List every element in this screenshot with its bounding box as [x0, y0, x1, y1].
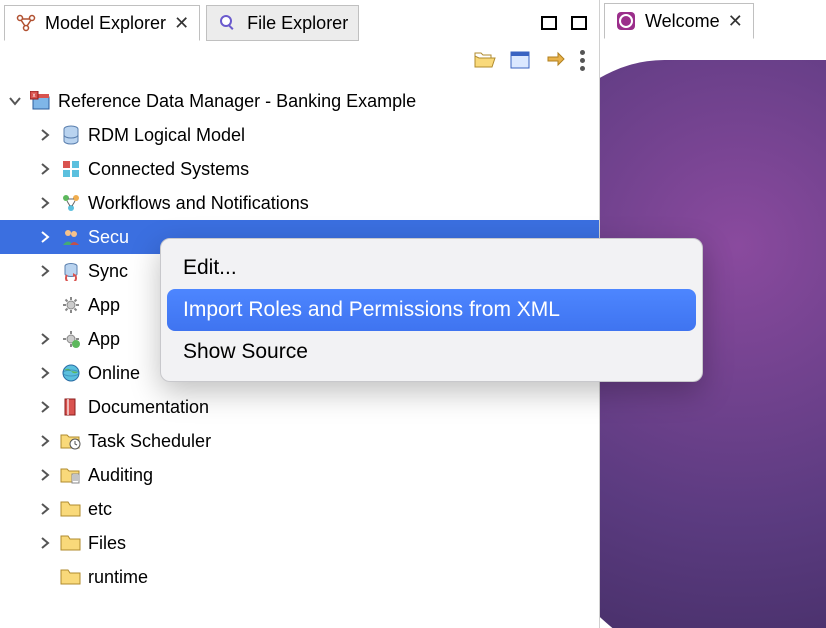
menu-item-show-source[interactable]: Show Source	[167, 331, 696, 373]
chevron-right-icon[interactable]	[36, 432, 54, 450]
chevron-right-icon[interactable]	[36, 194, 54, 212]
node-label: Online	[88, 363, 140, 384]
minimize-icon[interactable]	[541, 16, 557, 30]
tree-item-auditing[interactable]: Auditing	[0, 458, 599, 492]
node-label: Secu	[88, 227, 129, 248]
chevron-right-icon[interactable]	[36, 500, 54, 518]
audit-folder-icon	[60, 464, 82, 486]
globe-icon	[60, 362, 82, 384]
close-icon[interactable]: ✕	[174, 13, 189, 34]
chevron-down-icon[interactable]	[6, 92, 24, 110]
model-explorer-icon	[15, 12, 37, 34]
node-label: Auditing	[88, 465, 153, 486]
clock-folder-icon	[60, 430, 82, 452]
tree-item-rdm-logical[interactable]: RDM Logical Model	[0, 118, 599, 152]
tree-item-connected-systems[interactable]: Connected Systems	[0, 152, 599, 186]
chevron-right-icon[interactable]	[36, 262, 54, 280]
users-icon	[60, 226, 82, 248]
tab-label: File Explorer	[247, 13, 348, 34]
node-label: Task Scheduler	[88, 431, 211, 452]
chevron-right-icon[interactable]	[36, 330, 54, 348]
node-label: runtime	[88, 567, 148, 588]
node-label: Reference Data Manager - Banking Example	[58, 91, 416, 112]
folder-icon	[60, 566, 82, 588]
chevron-right-icon[interactable]	[36, 228, 54, 246]
kebab-menu-icon[interactable]	[580, 50, 585, 71]
tab-label: Model Explorer	[45, 13, 166, 34]
file-explorer-icon	[217, 12, 239, 34]
context-menu: Edit... Import Roles and Permissions fro…	[160, 238, 703, 382]
menu-item-label: Import Roles and Permissions from XML	[183, 298, 560, 322]
project-icon: x	[30, 90, 52, 112]
tabs-row: Model Explorer ✕ File Explorer	[0, 0, 599, 42]
gear-icon	[60, 294, 82, 316]
sync-arrows-icon[interactable]	[544, 51, 566, 69]
node-label: etc	[88, 499, 112, 520]
chevron-right-icon[interactable]	[36, 160, 54, 178]
node-label: Files	[88, 533, 126, 554]
chevron-right-icon[interactable]	[36, 398, 54, 416]
tree-item-runtime[interactable]: runtime	[0, 560, 599, 594]
tree-item-files[interactable]: Files	[0, 526, 599, 560]
node-label: Sync	[88, 261, 128, 282]
book-icon	[60, 396, 82, 418]
tree-item-documentation[interactable]: Documentation	[0, 390, 599, 424]
folder-icon	[60, 498, 82, 520]
menu-item-label: Show Source	[183, 340, 308, 364]
tree-item-etc[interactable]: etc	[0, 492, 599, 526]
systems-icon	[60, 158, 82, 180]
database-icon	[60, 124, 82, 146]
sync-icon	[60, 260, 82, 282]
gear-green-icon	[60, 328, 82, 350]
welcome-icon	[615, 10, 637, 32]
close-icon[interactable]: ✕	[728, 11, 743, 32]
tab-welcome[interactable]: Welcome ✕	[604, 3, 754, 39]
folder-icon	[60, 532, 82, 554]
tab-model-explorer[interactable]: Model Explorer ✕	[4, 5, 200, 41]
node-label: App	[88, 295, 120, 316]
node-label: RDM Logical Model	[88, 125, 245, 146]
menu-item-label: Edit...	[183, 256, 237, 280]
chevron-right-icon[interactable]	[36, 126, 54, 144]
tree-item-workflows[interactable]: Workflows and Notifications	[0, 186, 599, 220]
panel-toolbar	[0, 42, 599, 78]
chevron-right-icon[interactable]	[36, 364, 54, 382]
workflow-icon	[60, 192, 82, 214]
node-label: Workflows and Notifications	[88, 193, 309, 214]
chevron-right-icon[interactable]	[36, 466, 54, 484]
svg-text:x: x	[33, 93, 36, 99]
maximize-icon[interactable]	[571, 16, 587, 30]
tree-item-task-scheduler[interactable]: Task Scheduler	[0, 424, 599, 458]
node-label: Documentation	[88, 397, 209, 418]
chevron-right-icon[interactable]	[36, 534, 54, 552]
node-label: App	[88, 329, 120, 350]
window-controls	[541, 16, 595, 30]
tree-root[interactable]: x Reference Data Manager - Banking Examp…	[0, 84, 599, 118]
node-label: Connected Systems	[88, 159, 249, 180]
tab-file-explorer[interactable]: File Explorer	[206, 5, 359, 41]
menu-item-import-roles[interactable]: Import Roles and Permissions from XML	[167, 289, 696, 331]
folder-open-icon[interactable]	[474, 51, 496, 69]
window-icon[interactable]	[510, 51, 530, 69]
menu-item-edit[interactable]: Edit...	[167, 247, 696, 289]
tab-label: Welcome	[645, 11, 720, 32]
